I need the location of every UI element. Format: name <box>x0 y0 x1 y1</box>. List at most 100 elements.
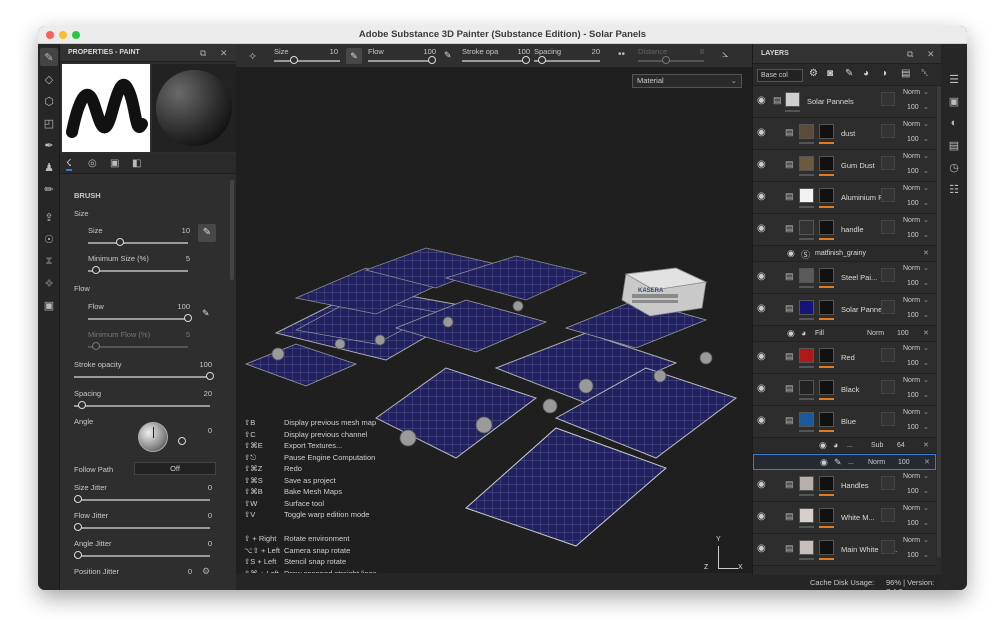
layer-name[interactable]: Red <box>841 353 855 362</box>
top-flow-pressure-icon[interactable]: ✎ <box>444 50 452 61</box>
layer-thumbnail[interactable] <box>799 188 814 203</box>
top-stroke-slider[interactable] <box>462 60 528 62</box>
flow-pressure-icon[interactable]: ✎ <box>202 308 210 319</box>
layer-opacity-value[interactable]: 100 <box>907 232 919 239</box>
blend-mode-dropdown[interactable]: Norm <box>903 217 920 224</box>
size-slider-handle[interactable] <box>116 238 124 246</box>
layer-row[interactable]: ◉ ▤ Solar Pannels Norm ⌄ 100 ⌄ <box>753 86 936 118</box>
add-effect-icon[interactable]: ⚙ <box>809 68 818 79</box>
effect-name[interactable]: Fill <box>815 330 824 337</box>
float-layers-icon[interactable]: ⧉ <box>907 49 913 60</box>
layer-row[interactable]: ◉ ▤ Handles Norm ⌄ 100 ⌄ <box>753 470 936 502</box>
size-jitter-value[interactable]: 0 <box>190 483 212 492</box>
top-flow-slider[interactable] <box>368 60 434 62</box>
layer-thumbnail[interactable] <box>799 220 814 235</box>
layer-name[interactable]: Handles <box>841 481 869 490</box>
top-stroke-handle[interactable] <box>522 56 530 64</box>
layer-row[interactable]: ◉ ▤ Steel Pai... Norm ⌄ 100 ⌄ <box>753 262 936 294</box>
layer-row[interactable]: ◉ ▤ Red Norm ⌄ 100 ⌄ <box>753 342 936 374</box>
mask-thumbnail[interactable] <box>819 476 834 491</box>
spacing-slider[interactable] <box>74 405 210 407</box>
close-icon[interactable]: ✕ <box>923 249 929 257</box>
top-stroke-value[interactable]: 100 <box>508 47 530 56</box>
layer-color-swatch[interactable] <box>881 188 895 202</box>
layer-color-swatch[interactable] <box>881 220 895 234</box>
mask-thumbnail[interactable] <box>819 220 834 235</box>
layer-name[interactable]: handle <box>841 225 864 234</box>
size-jitter-handle[interactable] <box>74 495 82 503</box>
layer-color-swatch[interactable] <box>881 156 895 170</box>
layer-opacity-value[interactable]: 100 <box>907 424 919 431</box>
eye-icon[interactable]: ◉ <box>757 191 766 202</box>
angle-dial[interactable] <box>138 422 168 452</box>
effect-row[interactable]: ◉ ◕... Sub 64 ✕ <box>753 438 936 454</box>
min-flow-slider[interactable] <box>88 346 188 348</box>
layer-thumbnail[interactable] <box>799 508 814 523</box>
effect-row[interactable]: ◉ ◕ Fill Norm 100 ✕ <box>753 326 936 342</box>
eye-icon[interactable]: ◉ <box>757 95 766 106</box>
blend-mode-dropdown[interactable]: Norm <box>903 89 920 96</box>
angle-jitter-slider[interactable] <box>74 555 210 557</box>
paint-brush-icon[interactable]: ✎ <box>40 48 58 66</box>
close-panel-icon[interactable]: ✕ <box>220 48 228 59</box>
effect-blend[interactable]: Sub <box>871 442 883 449</box>
spacing-value[interactable]: 20 <box>190 389 212 398</box>
layer-row[interactable]: ◉ ▤ handle Norm ⌄ 100 ⌄ <box>753 214 936 246</box>
layer-name[interactable]: White M... <box>841 513 875 522</box>
min-size-slider-handle[interactable] <box>92 266 100 274</box>
screenshot-icon[interactable]: ▣ <box>40 296 58 314</box>
symmetry-icon[interactable]: ✧ <box>248 50 257 63</box>
eraser-icon[interactable]: ◇ <box>40 70 58 88</box>
add-paint-layer-icon[interactable]: ✎ <box>845 68 853 79</box>
flow-slider-handle[interactable] <box>184 314 192 322</box>
layer-color-swatch[interactable] <box>881 268 895 282</box>
layer-color-swatch[interactable] <box>881 476 895 490</box>
smudge-icon[interactable]: ✒ <box>40 136 58 154</box>
min-size-slider[interactable] <box>88 270 188 272</box>
size-slider[interactable] <box>88 242 188 244</box>
projection-icon[interactable]: ⬡ <box>40 92 58 110</box>
mask-thumbnail[interactable] <box>819 412 834 427</box>
layer-thumbnail[interactable] <box>799 348 814 363</box>
effect-row[interactable]: ◉ Ⓢmatfinish_grainy ✕ <box>753 246 936 262</box>
top-size-value[interactable]: 10 <box>316 47 338 56</box>
layer-thumbnail[interactable] <box>799 156 814 171</box>
layer-thumbnail[interactable] <box>785 92 800 107</box>
stroke-opacity-slider[interactable] <box>74 376 210 378</box>
properties-scrollbar[interactable] <box>230 180 234 280</box>
mask-thumbnail[interactable] <box>819 124 834 139</box>
color-picker-icon[interactable]: ✏ <box>40 180 58 198</box>
close-layers-icon[interactable]: ✕ <box>927 49 935 60</box>
spacing-slider-handle[interactable] <box>78 401 86 409</box>
layer-color-swatch[interactable] <box>881 300 895 314</box>
layer-opacity-value[interactable]: 100 <box>907 488 919 495</box>
effect-opacity[interactable]: 100 <box>897 330 909 337</box>
tab-alpha-icon[interactable]: ◎ <box>88 158 97 169</box>
eye-icon[interactable]: ◉ <box>757 159 766 170</box>
layer-opacity-value[interactable]: 100 <box>907 280 919 287</box>
eye-icon[interactable]: ◉ <box>757 271 766 282</box>
layer-opacity-value[interactable]: 100 <box>907 136 919 143</box>
effect-opacity[interactable]: 64 <box>897 442 905 449</box>
blend-mode-dropdown[interactable]: Norm <box>903 265 920 272</box>
layer-color-swatch[interactable] <box>881 92 895 106</box>
blend-mode-dropdown[interactable]: Norm <box>903 537 920 544</box>
shelf-icon[interactable]: ▤ <box>945 136 963 154</box>
eye-icon[interactable]: ◉ <box>757 511 766 522</box>
flow-jitter-slider[interactable] <box>74 527 210 529</box>
close-icon[interactable]: ✕ <box>923 329 929 337</box>
mask-thumbnail[interactable] <box>819 268 834 283</box>
mask-thumbnail[interactable] <box>819 300 834 315</box>
effect-blend[interactable]: Norm <box>867 330 884 337</box>
blend-mode-dropdown[interactable]: Norm <box>903 345 920 352</box>
layer-thumbnail[interactable] <box>799 476 814 491</box>
layer-opacity-value[interactable]: 100 <box>907 520 919 527</box>
mask-thumbnail[interactable] <box>819 156 834 171</box>
layer-name[interactable]: dust <box>841 129 855 138</box>
layer-opacity-value[interactable]: 100 <box>907 392 919 399</box>
layer-thumbnail[interactable] <box>799 124 814 139</box>
bake-icon[interactable]: ☉ <box>40 230 58 248</box>
layer-opacity-value[interactable]: 100 <box>907 312 919 319</box>
tab-stencil-icon[interactable]: ▣ <box>110 158 119 169</box>
history-icon[interactable]: ◷ <box>945 158 963 176</box>
